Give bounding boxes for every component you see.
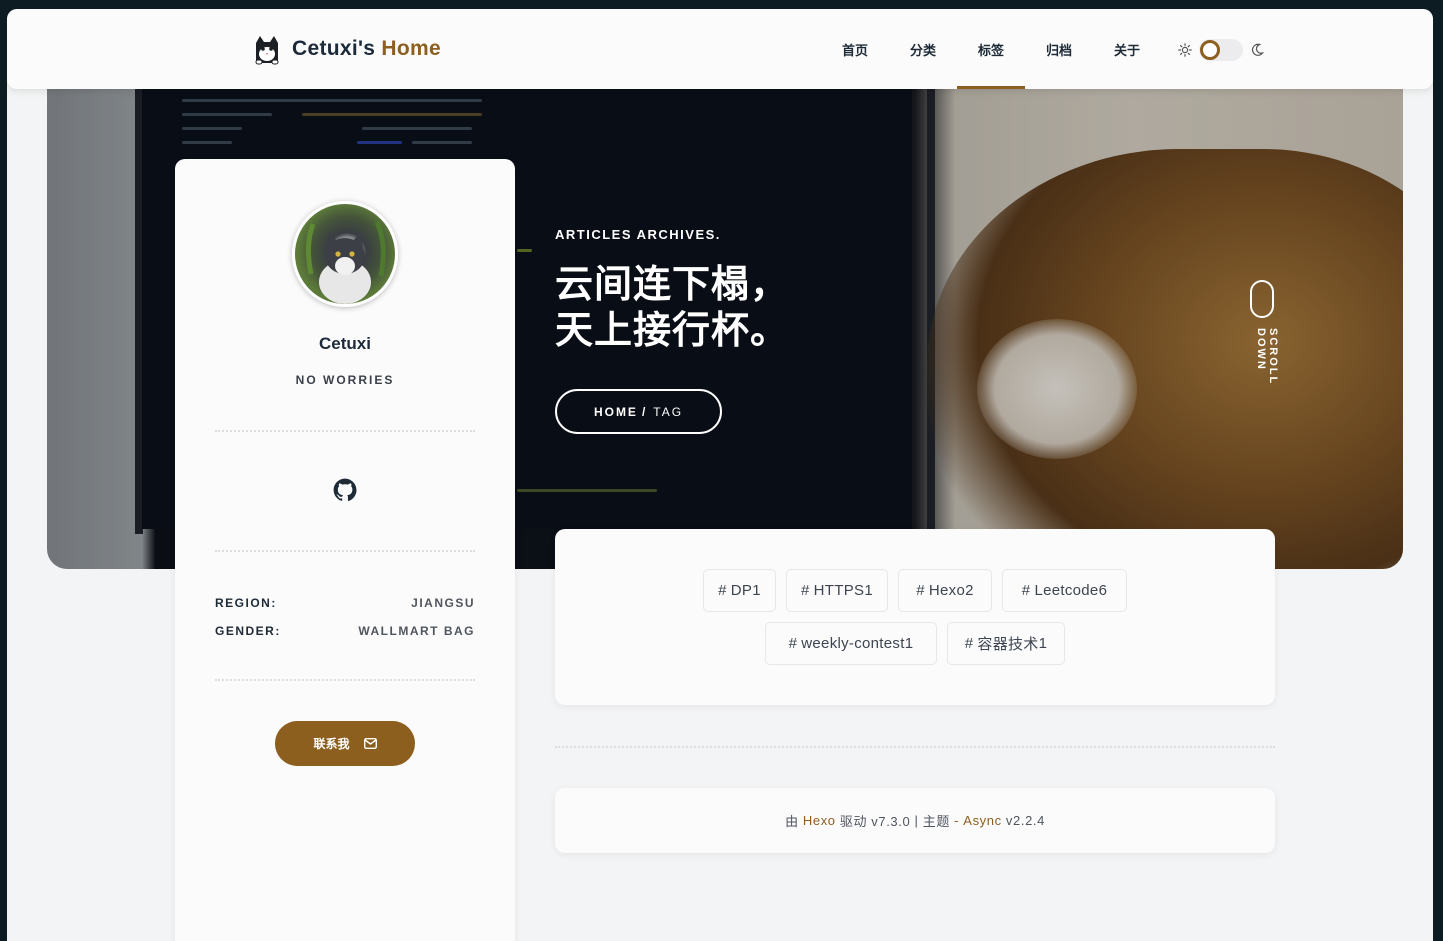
main-nav: 首页 分类 标签 归档 关于 — [821, 9, 1161, 89]
tag-cloud: # DP 1 # HTTPS 1 # Hexo 2 # Leetcode 6 # weekly-c… — [555, 529, 1275, 705]
contact-button[interactable]: 联系我 — [275, 721, 415, 766]
info-label: GENDER: — [215, 624, 281, 638]
site-footer: 由 Hexo 驱动 v7.3.0 | 主题 - Async v2.2.4 — [555, 788, 1275, 853]
hero-subtitle: ARTICLES ARCHIVES. — [555, 227, 721, 242]
tag-item[interactable]: # 容器技术 1 — [947, 622, 1065, 665]
mail-icon — [363, 738, 377, 749]
nav-archives[interactable]: 归档 — [1025, 9, 1093, 89]
divider — [215, 679, 475, 681]
scroll-down-label: SCROLL DOWN — [1255, 328, 1279, 386]
profile-card: Cetuxi NO WORRIES REGION: JIANGSU GENDER… — [175, 159, 515, 941]
nav-tags[interactable]: 标签 — [957, 9, 1025, 89]
nav-categories[interactable]: 分类 — [889, 9, 957, 89]
hero-title-line2: 天上接行杯。 — [555, 308, 790, 352]
tag-count: 1 — [864, 582, 873, 599]
breadcrumb-home: HOME — [593, 404, 638, 419]
logo-accent: Home — [381, 37, 441, 60]
info-label: REGION: — [215, 596, 277, 610]
hexo-link[interactable]: Hexo — [803, 813, 836, 828]
info-row-region: REGION: JIANGSU — [215, 596, 475, 610]
breadcrumb-separator: / — [641, 404, 648, 419]
tag-count: 6 — [1098, 582, 1108, 599]
moon-icon — [1252, 43, 1264, 56]
footer-separator: | — [914, 813, 919, 828]
tag-item[interactable]: # weekly-contest 1 — [765, 622, 937, 665]
breadcrumb-current: TAG — [653, 404, 684, 419]
nav-about[interactable]: 关于 — [1093, 9, 1161, 89]
hero-title-line1: 云间连下榻， — [555, 262, 790, 306]
tag-count: 1 — [904, 635, 914, 652]
theme-switch[interactable] — [1178, 39, 1264, 61]
async-theme-link[interactable]: Async — [963, 813, 1001, 828]
footer-theme-label: 主题 — [922, 814, 950, 829]
logo-name: Cetuxi's — [292, 37, 376, 60]
footer-driven: 驱动 v7.3.0 — [839, 814, 911, 829]
tag-name: Hexo — [928, 582, 966, 599]
logo-text: Cetuxi's Home — [292, 37, 441, 61]
mouse-icon — [1250, 280, 1274, 318]
site-logo[interactable]: Cetuxi's Home — [251, 33, 441, 65]
divider — [215, 430, 475, 432]
scroll-down[interactable]: SCROLL DOWN — [1250, 280, 1279, 385]
toggle-knob — [1200, 40, 1220, 60]
tag-item[interactable]: # Hexo 2 — [898, 569, 992, 612]
theme-toggle[interactable] — [1199, 39, 1243, 61]
page: Cetuxi's Home 首页 分类 标签 归档 关于 ARTICLES AR… — [7, 9, 1433, 941]
info-value: WALLMART BAG — [358, 624, 475, 638]
cat-logo-icon — [255, 36, 279, 65]
async-version: v2.2.4 — [1005, 813, 1045, 828]
breadcrumb-button[interactable]: HOME / TAG — [555, 389, 722, 434]
profile-motto: NO WORRIES — [295, 373, 395, 387]
tag-name: HTTPS — [813, 582, 865, 599]
tag-item[interactable]: # Leetcode 6 — [1002, 569, 1127, 612]
tag-name: Leetcode — [1034, 582, 1099, 599]
tag-count: 1 — [752, 582, 761, 599]
contact-label: 联系我 — [313, 737, 350, 751]
hero-title: 云间连下榻， 天上接行杯。 — [555, 261, 789, 353]
content-divider — [555, 746, 1275, 748]
info-value: JIANGSU — [411, 596, 475, 610]
tag-item[interactable]: # DP 1 — [703, 569, 776, 612]
avatar-cat-image — [305, 220, 386, 304]
nav-home[interactable]: 首页 — [821, 9, 889, 89]
tag-item[interactable]: # HTTPS 1 — [786, 569, 888, 612]
avatar — [292, 201, 398, 307]
footer-prefix: 由 — [785, 814, 799, 829]
footer-dash: - — [954, 813, 960, 828]
tag-name: weekly-contest — [801, 635, 905, 652]
divider — [215, 550, 475, 552]
site-header: Cetuxi's Home 首页 分类 标签 归档 关于 — [7, 9, 1433, 89]
tag-name: DP — [730, 582, 753, 599]
tag-count: 1 — [1038, 635, 1048, 652]
sun-icon — [1178, 43, 1192, 57]
github-icon — [333, 478, 357, 501]
profile-name: Cetuxi — [319, 334, 371, 353]
tag-count: 2 — [965, 582, 974, 599]
info-row-gender: GENDER: WALLMART BAG — [215, 624, 475, 638]
tag-name: 容器技术 — [977, 636, 1039, 653]
